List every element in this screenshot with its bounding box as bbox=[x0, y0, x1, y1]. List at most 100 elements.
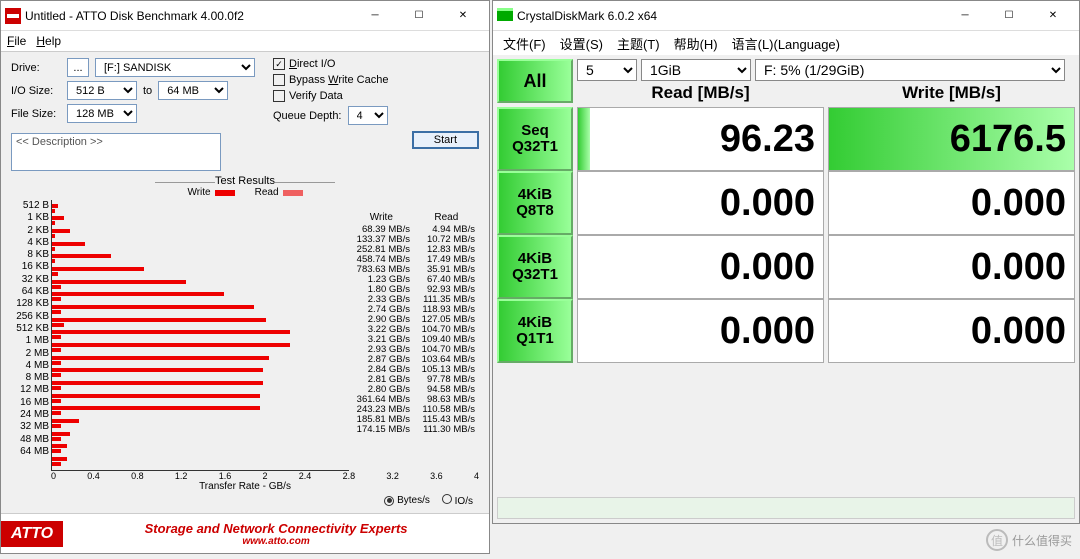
drive-select[interactable]: [F:] SANDISK bbox=[95, 58, 255, 77]
atto-window: Untitled - ATTO Disk Benchmark 4.00.0f2 … bbox=[0, 0, 490, 554]
y-tick: 64 MB bbox=[11, 446, 49, 457]
iosize-label: I/O Size: bbox=[11, 85, 61, 97]
results-table: WriteRead 68.39 MB/s4.94 MB/s133.37 MB/s… bbox=[349, 200, 479, 471]
xaxis-label: Transfer Rate - GB/s bbox=[11, 481, 479, 492]
y-tick: 512 KB bbox=[11, 323, 49, 334]
cdm-test-row: 4KiBQ1T1 0.000 0.000 bbox=[497, 299, 1075, 363]
menu-help[interactable]: Help bbox=[36, 34, 61, 48]
cdm-write-value-0: 6176.5 bbox=[828, 107, 1075, 171]
description-field[interactable]: << Description >> bbox=[11, 133, 221, 171]
qdepth-label: Queue Depth: bbox=[273, 110, 342, 122]
bar-row bbox=[52, 254, 349, 263]
x-tick: 1.6 bbox=[219, 471, 232, 481]
y-tick: 8 KB bbox=[11, 249, 49, 260]
bar-row bbox=[52, 368, 349, 377]
drive-browse-button[interactable]: ... bbox=[67, 58, 89, 77]
bar-row bbox=[52, 305, 349, 314]
y-tick: 12 MB bbox=[11, 384, 49, 395]
close-button[interactable]: ✕ bbox=[441, 2, 485, 30]
x-tick: 1.2 bbox=[175, 471, 188, 481]
cdm-write-value-3: 0.000 bbox=[828, 299, 1075, 363]
minimize-button[interactable]: ─ bbox=[353, 2, 397, 30]
x-tick: 2.8 bbox=[343, 471, 356, 481]
atto-titlebar[interactable]: Untitled - ATTO Disk Benchmark 4.00.0f2 … bbox=[1, 1, 489, 31]
bar-row bbox=[52, 419, 349, 428]
bar-row bbox=[52, 229, 349, 238]
chart-legend: Write Read bbox=[11, 187, 479, 198]
io-radio[interactable]: IO/s bbox=[442, 494, 473, 507]
filesize-select[interactable]: 128 MB bbox=[67, 104, 137, 123]
y-tick: 2 MB bbox=[11, 348, 49, 359]
cdm-read-value-1: 0.000 bbox=[577, 171, 824, 235]
cdm-count-select[interactable]: 5 bbox=[577, 59, 637, 81]
atto-title: Untitled - ATTO Disk Benchmark 4.00.0f2 bbox=[25, 9, 353, 23]
cdm-test-button-2[interactable]: 4KiBQ32T1 bbox=[497, 235, 573, 299]
cdm-menu-settings[interactable]: 设置(S) bbox=[560, 34, 603, 53]
x-tick: 4 bbox=[474, 471, 479, 481]
cdm-close-button[interactable]: ✕ bbox=[1031, 2, 1075, 30]
bypass-checkbox[interactable] bbox=[273, 74, 285, 86]
bypass-label: Bypass Write Cache bbox=[289, 74, 388, 86]
cdm-test-button-1[interactable]: 4KiBQ8T8 bbox=[497, 171, 573, 235]
maximize-button[interactable]: ☐ bbox=[397, 2, 441, 30]
drive-label: Drive: bbox=[11, 62, 61, 74]
cdm-status-bar bbox=[497, 497, 1075, 519]
cdm-menu-language[interactable]: 语言(L)(Language) bbox=[732, 34, 840, 53]
y-tick: 1 KB bbox=[11, 212, 49, 223]
y-tick: 1 MB bbox=[11, 335, 49, 346]
directio-checkbox[interactable]: ✓ bbox=[273, 58, 285, 70]
cdm-menu-help[interactable]: 帮助(H) bbox=[674, 34, 718, 53]
cdm-all-button[interactable]: All bbox=[497, 59, 573, 103]
legend-read-swatch bbox=[283, 190, 303, 196]
cdm-write-header: Write [MB/s] bbox=[828, 83, 1075, 103]
x-tick: 2.4 bbox=[299, 471, 312, 481]
menu-file[interactable]: File bbox=[7, 34, 26, 48]
bar-row bbox=[52, 216, 349, 225]
cdm-maximize-button[interactable]: ☐ bbox=[987, 2, 1031, 30]
y-tick: 2 KB bbox=[11, 225, 49, 236]
qdepth-select[interactable]: 4 bbox=[348, 106, 388, 125]
results-area: 512 B1 KB2 KB4 KB8 KB16 KB32 KB64 KB128 … bbox=[11, 200, 479, 471]
verify-label: Verify Data bbox=[289, 90, 343, 102]
atto-app-icon bbox=[5, 8, 21, 24]
start-button[interactable]: Start bbox=[412, 131, 479, 149]
verify-checkbox[interactable] bbox=[273, 90, 285, 102]
bar-row bbox=[52, 292, 349, 301]
cdm-minimize-button[interactable]: ─ bbox=[943, 2, 987, 30]
cdm-test-button-3[interactable]: 4KiBQ1T1 bbox=[497, 299, 573, 363]
cdm-menu-theme[interactable]: 主题(T) bbox=[617, 34, 660, 53]
cdm-read-header: Read [MB/s] bbox=[577, 83, 824, 103]
cdm-menubar: 文件(F) 设置(S) 主题(T) 帮助(H) 语言(L)(Language) bbox=[493, 31, 1079, 55]
bar-row bbox=[52, 204, 349, 213]
x-tick: 3.6 bbox=[430, 471, 443, 481]
bar-row bbox=[52, 406, 349, 415]
bar-row bbox=[52, 457, 349, 466]
cdm-test-button-0[interactable]: SeqQ32T1 bbox=[497, 107, 573, 171]
filesize-label: File Size: bbox=[11, 108, 61, 120]
x-tick: 0 bbox=[51, 471, 56, 481]
y-tick: 48 MB bbox=[11, 434, 49, 445]
cdm-drive-select[interactable]: F: 5% (1/29GiB) bbox=[755, 59, 1065, 81]
atto-menubar: File Help bbox=[1, 31, 489, 51]
table-row: 174.15 MB/s111.30 MB/s bbox=[349, 425, 479, 435]
bar-row bbox=[52, 330, 349, 339]
to-label: to bbox=[143, 85, 152, 97]
cdm-test-row: 4KiBQ32T1 0.000 0.000 bbox=[497, 235, 1075, 299]
bar-row bbox=[52, 444, 349, 453]
io-to-select[interactable]: 64 MB bbox=[158, 81, 228, 100]
atto-footer: ATTO Storage and Network Connectivity Ex… bbox=[1, 513, 489, 553]
io-from-select[interactable]: 512 B bbox=[67, 81, 137, 100]
cdm-size-select[interactable]: 1GiB bbox=[641, 59, 751, 81]
cdm-write-value-2: 0.000 bbox=[828, 235, 1075, 299]
y-tick: 16 MB bbox=[11, 397, 49, 408]
cdm-title: CrystalDiskMark 6.0.2 x64 bbox=[517, 9, 943, 23]
cdm-titlebar[interactable]: CrystalDiskMark 6.0.2 x64 ─ ☐ ✕ bbox=[493, 1, 1079, 31]
cdm-menu-file[interactable]: 文件(F) bbox=[503, 34, 546, 53]
cdm-app-icon bbox=[497, 8, 513, 24]
bytes-radio[interactable]: Bytes/s bbox=[384, 495, 430, 506]
y-tick: 128 KB bbox=[11, 298, 49, 309]
cdm-window: CrystalDiskMark 6.0.2 x64 ─ ☐ ✕ 文件(F) 设置… bbox=[492, 0, 1080, 524]
watermark: 值什么值得买 bbox=[986, 529, 1072, 551]
y-tick: 64 KB bbox=[11, 286, 49, 297]
atto-slogan[interactable]: Storage and Network Connectivity Experts… bbox=[63, 521, 489, 547]
